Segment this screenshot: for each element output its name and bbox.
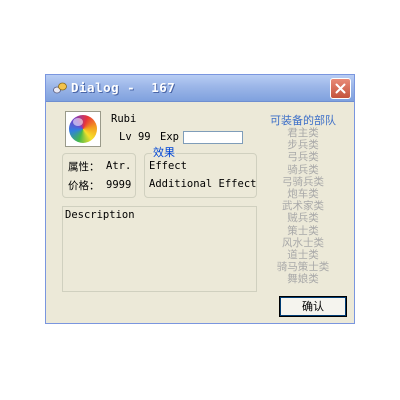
description-box: Description <box>62 206 257 292</box>
window-title: Dialog - 167 <box>71 80 176 95</box>
effect-line-1: Effect <box>149 160 187 172</box>
character-name: Rubi <box>111 113 137 125</box>
list-item: 步兵类 <box>287 139 319 152</box>
units-title: 可装备的部队 <box>270 114 336 127</box>
close-icon <box>335 83 346 94</box>
list-item: 贼兵类 <box>287 212 319 225</box>
stats-box: 属性： Atr. 价格： 9999 <box>62 153 136 198</box>
exp-field[interactable] <box>183 131 243 144</box>
level-label: Lv 99 <box>119 131 151 143</box>
list-item: 道士类 <box>287 248 319 261</box>
dialog-window: Dialog - 167 Rubi Lv 99 Exp 属性： Atr. 价格：… <box>45 74 355 324</box>
list-item: 骑马策士类 <box>276 261 330 274</box>
list-item: 舞娘类 <box>287 273 319 286</box>
effect-legend: 效果 <box>152 144 176 160</box>
list-item: 弓兵类 <box>287 151 319 164</box>
list-item: 风水士类 <box>282 236 324 249</box>
description-text: Description <box>65 209 135 221</box>
equippable-units-panel: 可装备的部队 君主类 步兵类 弓兵类 骑兵类 弓骑兵类 炮车类 武术家类 贼兵类… <box>266 110 340 292</box>
price-label: 价格： <box>68 180 100 192</box>
list-item: 炮车类 <box>287 187 319 200</box>
list-item: 君主类 <box>287 127 319 139</box>
attribute-value: Atr. <box>106 160 132 172</box>
exp-label: Exp <box>160 131 179 143</box>
attribute-label: 属性： <box>68 161 100 173</box>
effect-line-2: Additional Effect <box>149 178 257 190</box>
close-button[interactable] <box>330 78 351 99</box>
units-list: 君主类 步兵类 弓兵类 骑兵类 弓骑兵类 炮车类 武术家类 贼兵类 策士类 风水… <box>266 127 340 285</box>
character-portrait <box>65 111 101 147</box>
ok-button[interactable]: 确认 <box>279 296 347 317</box>
price-value: 9999 <box>106 179 132 191</box>
list-item: 武术家类 <box>282 200 324 213</box>
title-bar[interactable]: Dialog - 167 <box>46 75 354 102</box>
dialog-icon <box>53 82 67 94</box>
list-item: 弓骑兵类 <box>282 175 324 188</box>
list-item: 骑兵类 <box>287 163 319 176</box>
list-item: 策士类 <box>287 224 319 237</box>
